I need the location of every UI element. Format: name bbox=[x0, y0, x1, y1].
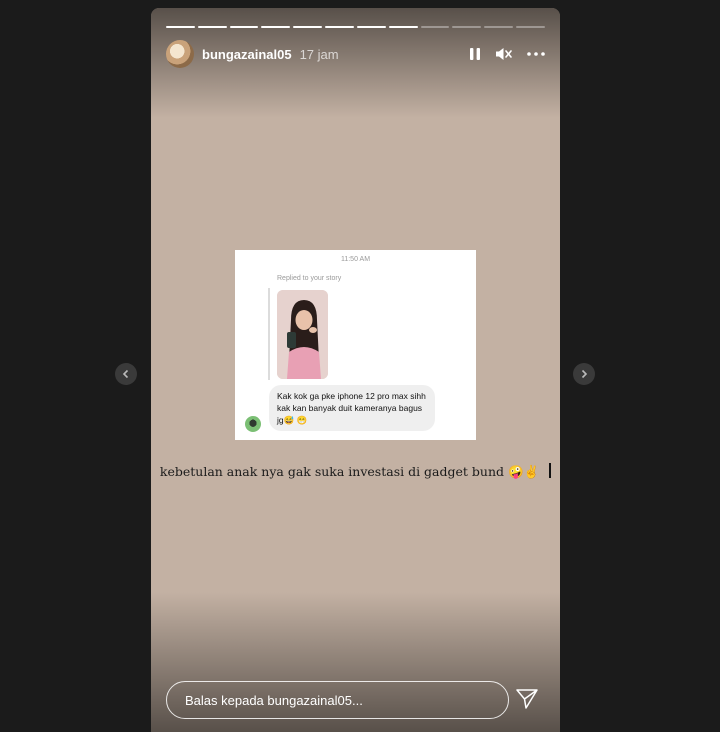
story-viewer: bungazainal05 17 jam 11:50 AM Replied to… bbox=[151, 8, 560, 732]
sender-avatar bbox=[245, 416, 261, 432]
mute-button[interactable] bbox=[495, 46, 513, 62]
progress-segment bbox=[356, 26, 386, 28]
story-caption: kebetulan anak nya gak suka investasi di… bbox=[151, 463, 560, 480]
more-icon bbox=[527, 52, 545, 56]
chevron-right-icon bbox=[581, 369, 588, 379]
message-bubble: Kak kok ga pke iphone 12 pro max sihh ka… bbox=[269, 385, 435, 431]
reply-bar bbox=[268, 288, 270, 380]
reply-input[interactable]: Balas kepada bungazainal05... bbox=[166, 681, 509, 719]
progress-segment bbox=[325, 26, 354, 28]
progress-segment bbox=[197, 26, 227, 28]
text-cursor bbox=[549, 463, 552, 478]
story-header: bungazainal05 17 jam bbox=[166, 39, 545, 69]
progress-segment bbox=[229, 26, 259, 28]
mute-icon bbox=[496, 48, 512, 60]
progress-segment bbox=[261, 26, 291, 28]
progress-segment bbox=[484, 26, 514, 28]
send-button[interactable] bbox=[515, 688, 539, 715]
send-icon bbox=[516, 689, 538, 709]
progress-segment bbox=[293, 26, 323, 28]
reply-placeholder: Balas kepada bungazainal05... bbox=[185, 692, 363, 708]
replied-label: Replied to your story bbox=[277, 275, 342, 282]
pause-button[interactable] bbox=[469, 47, 481, 61]
username[interactable]: bungazainal05 bbox=[202, 47, 292, 62]
chevron-left-icon bbox=[122, 369, 129, 379]
previous-story-button[interactable] bbox=[115, 363, 137, 385]
progress-segment bbox=[420, 26, 450, 28]
progress-segment bbox=[166, 26, 195, 28]
dm-screenshot-card: 11:50 AM Replied to your story Kak kok g… bbox=[235, 250, 476, 440]
next-story-button[interactable] bbox=[573, 363, 595, 385]
progress-segment bbox=[516, 26, 545, 28]
caption-emoji: 🤪✌️ bbox=[508, 464, 540, 479]
progress-segment bbox=[388, 26, 418, 28]
pause-icon bbox=[470, 48, 480, 60]
message-time: 11:50 AM bbox=[340, 256, 371, 263]
story-thumbnail bbox=[277, 290, 328, 379]
progress-segment bbox=[452, 26, 482, 28]
post-time: 17 jam bbox=[299, 46, 339, 62]
caption-text: kebetulan anak nya gak suka investasi di… bbox=[159, 464, 505, 479]
story-progress bbox=[166, 26, 545, 28]
story-controls bbox=[469, 46, 545, 62]
avatar[interactable] bbox=[166, 40, 194, 68]
more-button[interactable] bbox=[527, 52, 545, 56]
